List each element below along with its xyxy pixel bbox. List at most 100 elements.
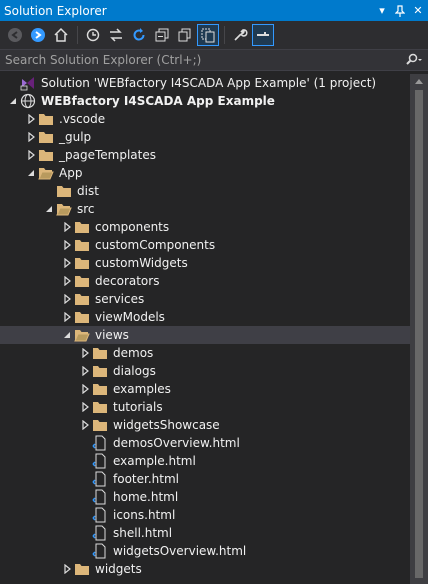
tree-item[interactable]: widgetsShowcase	[0, 416, 410, 434]
folder-icon	[74, 291, 90, 307]
tree-item[interactable]: dialogs	[0, 362, 410, 380]
close-icon[interactable]: ✕	[410, 0, 426, 21]
tree-item-label: _pageTemplates	[59, 148, 156, 162]
collapsed-arrow-icon[interactable]	[24, 128, 38, 146]
show-all-files-button[interactable]	[197, 24, 219, 46]
tree-item-file[interactable]: home.html	[0, 488, 410, 506]
copy-button[interactable]	[174, 24, 196, 46]
collapsed-arrow-icon[interactable]	[60, 290, 74, 308]
collapsed-arrow-icon[interactable]	[78, 416, 92, 434]
refresh-button[interactable]	[128, 24, 150, 46]
folder-open-icon	[74, 327, 90, 343]
collapse-all-button[interactable]	[151, 24, 173, 46]
history-icon	[86, 28, 100, 42]
tree-item-label: services	[95, 292, 145, 306]
tree-item-label: footer.html	[113, 472, 179, 486]
sync-icon	[110, 28, 122, 42]
collapsed-arrow-icon[interactable]	[60, 308, 74, 326]
collapsed-arrow-icon[interactable]	[60, 254, 74, 272]
tree-item[interactable]: components	[0, 218, 410, 236]
tree-item[interactable]: decorators	[0, 272, 410, 290]
collapsed-arrow-icon[interactable]	[60, 218, 74, 236]
collapsed-arrow-icon[interactable]	[24, 146, 38, 164]
tree-item[interactable]: customWidgets	[0, 254, 410, 272]
tree-item[interactable]: demos	[0, 344, 410, 362]
folder-icon	[74, 219, 90, 235]
folder-icon	[74, 255, 90, 271]
tree-item-label: customWidgets	[95, 256, 188, 270]
tree-item[interactable]: widgets	[0, 560, 410, 578]
collapsed-arrow-icon[interactable]	[24, 110, 38, 128]
folder-open-icon	[38, 165, 54, 181]
tree-item[interactable]: services	[0, 290, 410, 308]
tree-item[interactable]: examples	[0, 380, 410, 398]
history-button[interactable]	[82, 24, 104, 46]
expanded-arrow-icon[interactable]	[6, 92, 20, 110]
tree-item[interactable]: App	[0, 164, 410, 182]
vertical-scrollbar[interactable]	[410, 74, 428, 584]
collapsed-arrow-icon[interactable]	[78, 380, 92, 398]
pin-icon[interactable]	[392, 0, 408, 21]
collapsed-arrow-icon[interactable]	[78, 362, 92, 380]
tree-item-file[interactable]: example.html	[0, 452, 410, 470]
toolbar	[0, 21, 428, 49]
tree-item-file[interactable]: demosOverview.html	[0, 434, 410, 452]
back-arrow-icon	[8, 28, 22, 42]
tree-item[interactable]: views	[0, 326, 410, 344]
tree-item-label: viewModels	[95, 310, 165, 324]
tree-item[interactable]: Solution 'WEBfactory I4SCADA App Example…	[0, 74, 410, 92]
tree-item-label: widgetsOverview.html	[113, 544, 247, 558]
tree-item-label: widgets	[95, 562, 142, 576]
tree-item-label: demosOverview.html	[113, 436, 240, 450]
tree-item-label: home.html	[113, 490, 179, 504]
folder-icon	[74, 561, 90, 577]
collapsed-arrow-icon[interactable]	[60, 560, 74, 578]
tree-item-file[interactable]: widgetsOverview.html	[0, 542, 410, 560]
tree-item[interactable]: dist	[0, 182, 410, 200]
back-button[interactable]	[4, 24, 26, 46]
tree-item-label: demos	[113, 346, 154, 360]
scroll-up-icon[interactable]	[410, 74, 428, 88]
collapsed-arrow-icon[interactable]	[78, 344, 92, 362]
tree-item[interactable]: WEBfactory I4SCADA App Example	[0, 92, 410, 110]
folder-icon	[38, 111, 54, 127]
tree-item[interactable]: tutorials	[0, 398, 410, 416]
tree-item-file[interactable]: footer.html	[0, 470, 410, 488]
tree-item-label: customComponents	[95, 238, 216, 252]
folder-icon	[92, 399, 108, 415]
tree-item[interactable]: customComponents	[0, 236, 410, 254]
caret-down-icon[interactable]: ▾	[374, 0, 390, 21]
tree-item-file[interactable]: shell.html	[0, 524, 410, 542]
forward-button[interactable]	[27, 24, 49, 46]
collapsed-arrow-icon[interactable]	[60, 272, 74, 290]
preview-button[interactable]	[252, 24, 274, 46]
tree-item[interactable]: viewModels	[0, 308, 410, 326]
properties-button[interactable]	[229, 24, 251, 46]
tree-item[interactable]: .vscode	[0, 110, 410, 128]
html-file-icon	[92, 471, 108, 487]
collapsed-arrow-icon[interactable]	[78, 398, 92, 416]
sync-button[interactable]	[105, 24, 127, 46]
search-icon[interactable]	[400, 50, 428, 70]
expanded-arrow-icon[interactable]	[24, 164, 38, 182]
scrollbar-thumb[interactable]	[415, 90, 423, 578]
tree-item-file[interactable]: icons.html	[0, 506, 410, 524]
folder-icon	[92, 345, 108, 361]
tree-item[interactable]: _gulp	[0, 128, 410, 146]
home-button[interactable]	[50, 24, 72, 46]
search-input[interactable]: Search Solution Explorer (Ctrl+;)	[0, 53, 400, 67]
collapsed-arrow-icon[interactable]	[60, 236, 74, 254]
tree-item[interactable]: src	[0, 200, 410, 218]
expanded-arrow-icon[interactable]	[60, 326, 74, 344]
folder-icon	[92, 417, 108, 433]
expanded-arrow-icon[interactable]	[42, 200, 56, 218]
tree-item[interactable]: _pageTemplates	[0, 146, 410, 164]
window-title: Solution Explorer	[4, 3, 107, 18]
tree-item-label: src	[77, 202, 95, 216]
